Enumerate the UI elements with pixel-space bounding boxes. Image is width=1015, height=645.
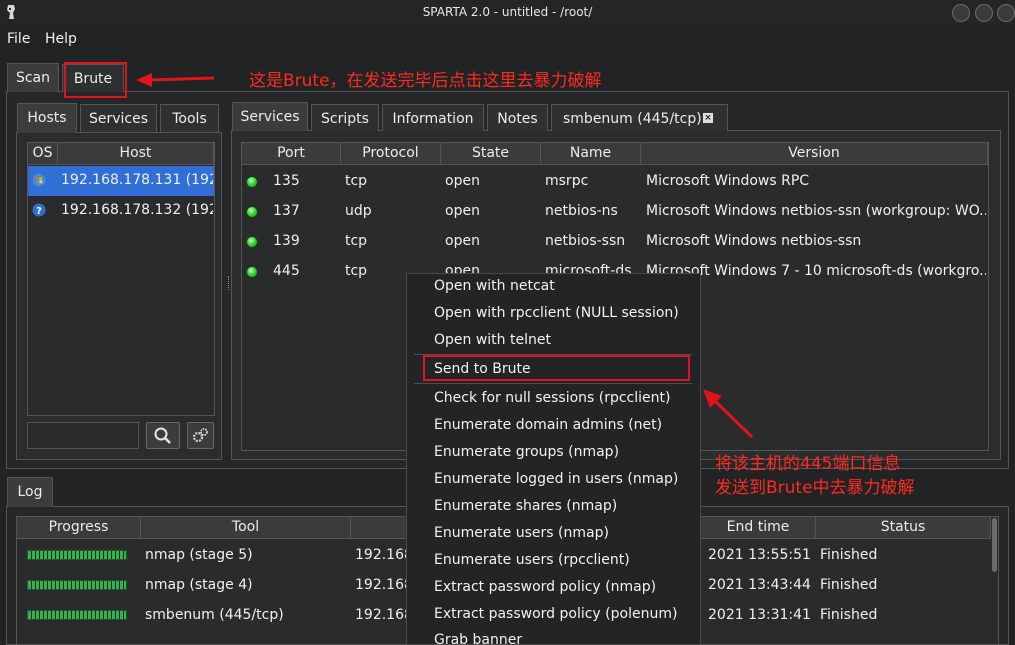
- annotation-arrows: [136, 73, 754, 439]
- arrow-to-send-to-brute-icon: [703, 389, 754, 439]
- annotation-port-note-1: 将该主机的445端口信息: [715, 454, 901, 474]
- arrow-to-brute-tab-icon: [136, 73, 215, 87]
- annotation-brute-note: 这是Brute，在发送完毕后点击这里去暴力破解: [249, 71, 602, 91]
- annotation-port-note-2: 发送到Brute中去暴力破解: [715, 478, 915, 498]
